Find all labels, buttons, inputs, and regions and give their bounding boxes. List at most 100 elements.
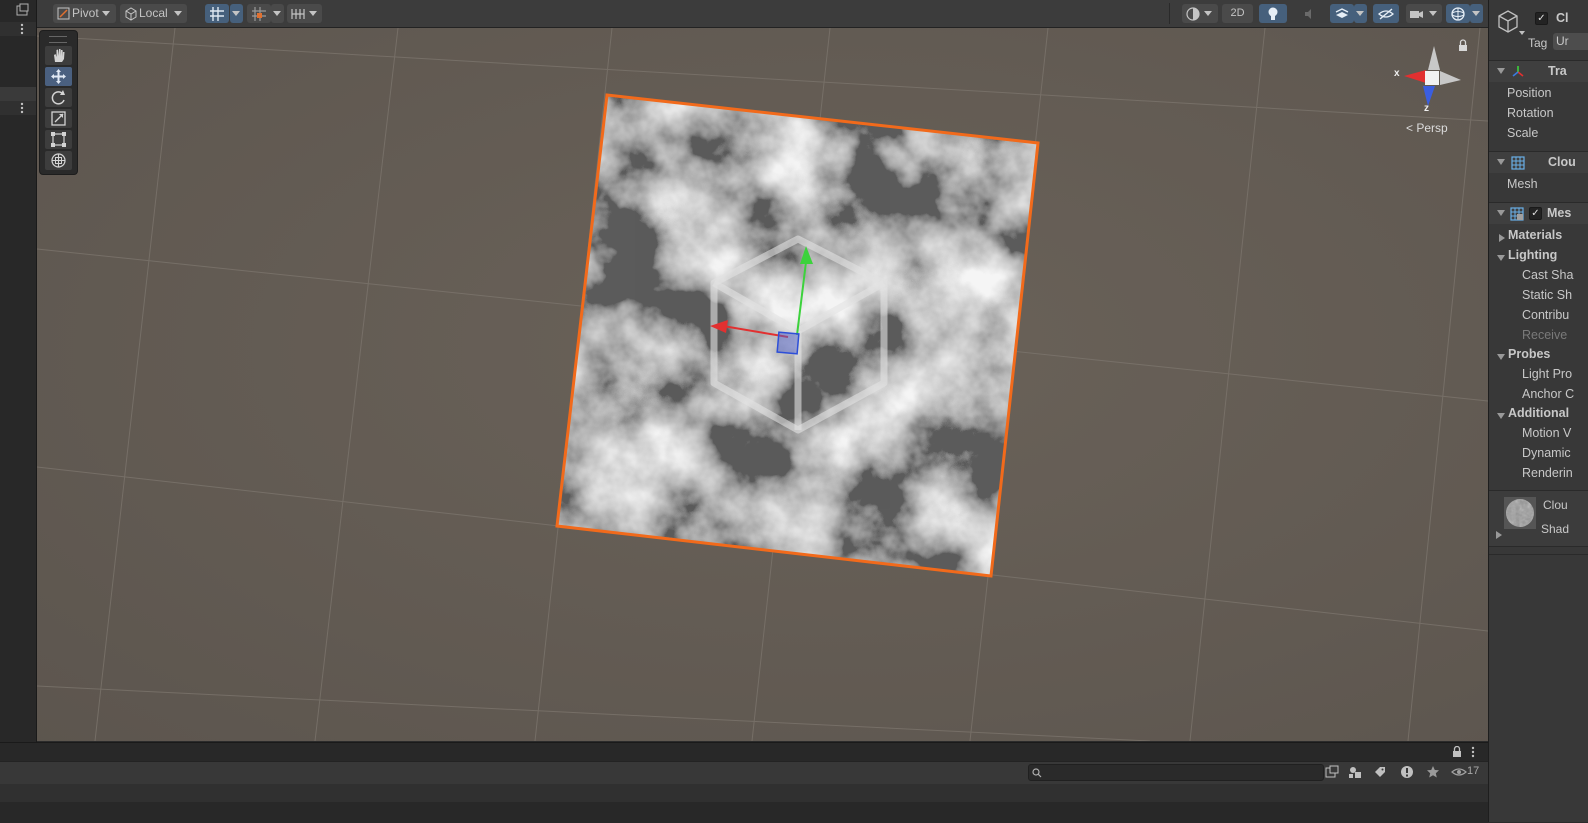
foldout-arrow-icon <box>1497 68 1505 74</box>
material-shader-label: Shad <box>1541 522 1570 536</box>
local-dropdown[interactable]: Local <box>120 4 187 23</box>
filter-type-icon[interactable] <box>1348 765 1362 779</box>
material-thumbnail <box>1504 497 1536 529</box>
probes-foldout[interactable]: Probes <box>1489 347 1588 367</box>
scene-viewport[interactable]: x z < Persp <box>37 28 1488 741</box>
hidden-objects-toggle-button[interactable] <box>1373 4 1399 23</box>
local-label: Local <box>139 6 168 20</box>
transform-header[interactable]: Tra <box>1489 60 1588 82</box>
tool-palette <box>39 30 78 175</box>
scale-tool-icon <box>51 111 66 126</box>
maximize-icon <box>16 3 29 16</box>
audio-icon <box>1305 9 1311 19</box>
foldout-arrow-icon <box>1497 354 1505 360</box>
move-tool-button[interactable] <box>45 67 72 86</box>
light-probes-label: Light Pro <box>1522 367 1573 381</box>
eye-icon <box>1451 768 1467 776</box>
dynamic-occlusion-label: Dynamic <box>1522 446 1571 460</box>
gizmo-z-label: z <box>1424 103 1429 114</box>
transform-tool-button[interactable] <box>45 151 72 170</box>
info-icon[interactable] <box>1400 765 1414 779</box>
camera-icon <box>1410 11 1423 18</box>
tag-label: Tag <box>1528 36 1548 50</box>
material-preview-section[interactable]: Clou Shad <box>1489 490 1588 547</box>
shading-mode-dropdown[interactable] <box>1182 4 1218 23</box>
increment-snap-dropdown[interactable] <box>271 4 284 23</box>
increment-snap-button[interactable] <box>247 4 271 23</box>
effects-toggle-button[interactable] <box>1330 4 1354 23</box>
more-icon[interactable] <box>1470 746 1476 758</box>
cast-shadows-row: Cast Sha <box>1489 268 1588 288</box>
anchor-override-label: Anchor C <box>1522 387 1575 401</box>
transform-title: Tra <box>1548 64 1567 78</box>
project-status-bar <box>0 784 1488 802</box>
rect-tool-icon <box>51 132 66 147</box>
rotate-tool-button[interactable] <box>45 88 72 107</box>
gizmos-toggle-button[interactable] <box>1446 4 1470 23</box>
foldout-arrow-icon <box>1497 255 1505 261</box>
hierarchy-row[interactable] <box>0 22 36 36</box>
mesh-renderer-enabled-checkbox[interactable]: ✓ <box>1529 207 1542 220</box>
toolbar-divider <box>1169 3 1170 24</box>
pivot-dropdown[interactable]: Pivot <box>53 4 116 23</box>
probes-label: Probes <box>1508 347 1551 361</box>
gameobject-name-field[interactable]: Cl <box>1556 11 1569 25</box>
star-icon[interactable] <box>1426 765 1440 779</box>
lighting-foldout[interactable]: Lighting <box>1489 248 1588 268</box>
mesh-renderer-header[interactable]: ✓ Mes <box>1489 202 1588 224</box>
additional-settings-foldout[interactable]: Additional <box>1489 406 1588 426</box>
foldout-arrow-icon <box>1497 210 1505 216</box>
project-search-input[interactable] <box>1028 764 1324 781</box>
scale-label: Scale <box>1507 126 1539 140</box>
search-icon <box>1032 768 1042 778</box>
hierarchy-row[interactable] <box>0 101 36 115</box>
rendering-layer-label: Renderin <box>1522 466 1573 480</box>
scale-tool-button[interactable] <box>45 109 72 128</box>
mesh-filter-icon <box>1511 156 1525 170</box>
position-row: Position <box>1489 86 1588 106</box>
effects-icon <box>1335 8 1349 18</box>
local-cube-icon <box>125 7 137 21</box>
rect-tool-button[interactable] <box>45 130 72 149</box>
grid-snap-dropdown[interactable] <box>230 4 243 23</box>
gizmo-x-label: x <box>1394 68 1400 79</box>
move-tool-icon <box>51 69 66 84</box>
grid-snap-button[interactable] <box>205 4 229 23</box>
projection-label: Persp <box>1416 121 1448 135</box>
lighting-toggle-button[interactable] <box>1259 4 1287 23</box>
tag-dropdown[interactable]: Ur <box>1553 33 1588 50</box>
ruler-icon <box>291 9 305 19</box>
ruler-dropdown[interactable] <box>287 4 322 23</box>
mesh-filter-header[interactable]: Clou <box>1489 151 1588 173</box>
inspector-empty-area <box>1489 555 1588 822</box>
mesh-renderer-title: Mes <box>1547 206 1572 220</box>
chevron-down-icon <box>232 11 240 16</box>
lighting-label: Lighting <box>1508 248 1558 262</box>
cast-shadows-label: Cast Sha <box>1522 268 1574 282</box>
more-icon <box>20 23 24 35</box>
active-checkbox[interactable]: ✓ <box>1535 12 1548 25</box>
projection-toggle[interactable]: < Persp <box>1406 121 1448 135</box>
transform-tool-icon <box>51 153 66 168</box>
camera-dropdown[interactable] <box>1406 4 1442 23</box>
filter-type-icon[interactable] <box>1325 765 1339 779</box>
foldout-arrow-icon[interactable] <box>1496 531 1502 539</box>
chevron-down-icon <box>1472 11 1480 16</box>
lock-icon[interactable] <box>1452 746 1462 758</box>
mesh-row: Mesh <box>1489 177 1588 197</box>
label-icon[interactable] <box>1373 765 1387 779</box>
effects-dropdown[interactable] <box>1354 4 1367 23</box>
rotate-tool-icon <box>51 90 65 105</box>
audio-toggle-button[interactable] <box>1296 4 1322 23</box>
chevron-down-icon <box>309 11 317 16</box>
hand-tool-button[interactable] <box>45 46 72 65</box>
2d-toggle-button[interactable]: 2D <box>1222 4 1253 23</box>
materials-foldout[interactable]: Materials <box>1489 228 1588 248</box>
gizmos-icon <box>1451 7 1465 21</box>
chevron-left-icon: < <box>1406 121 1414 135</box>
maximize-button[interactable] <box>0 3 36 17</box>
hierarchy-row-selected[interactable] <box>0 87 36 101</box>
chevron-down-icon <box>102 11 110 16</box>
drag-handle[interactable] <box>49 36 67 43</box>
gizmos-dropdown[interactable] <box>1470 4 1483 23</box>
